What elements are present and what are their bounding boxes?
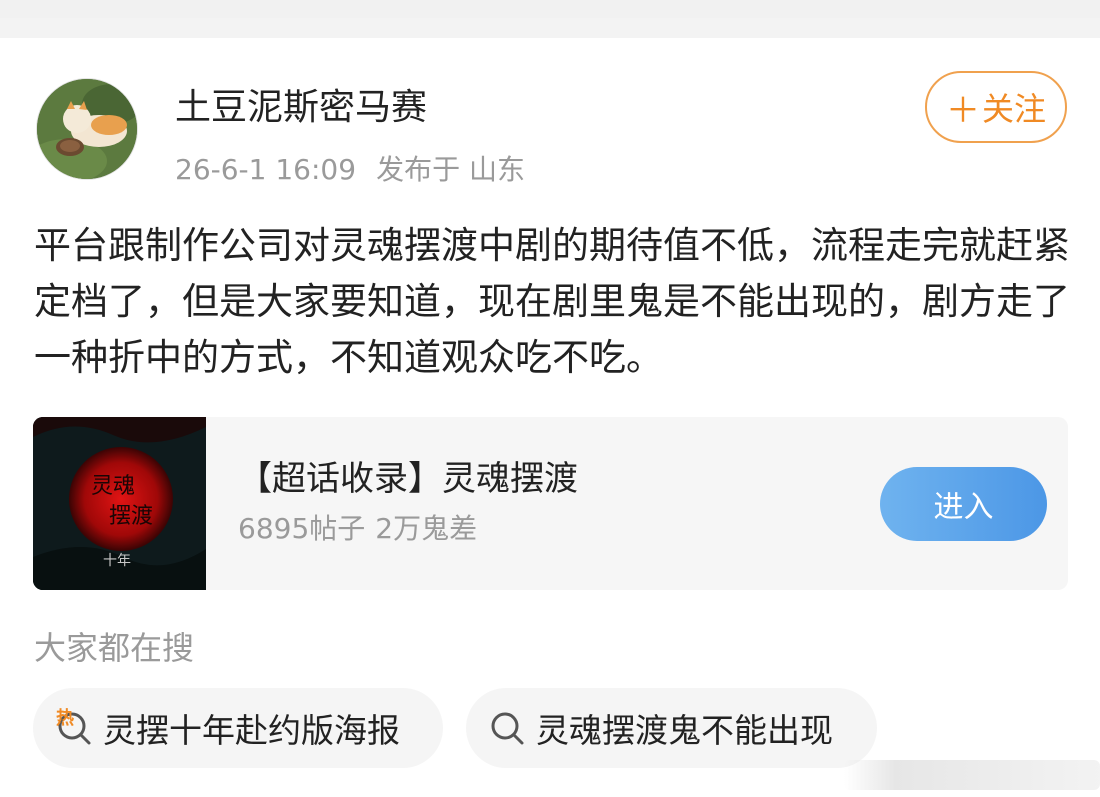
- super-topic-card[interactable]: 灵魂 摆渡 十年 【超话收录】灵魂摆渡 6895帖子 2万鬼差 进入: [33, 417, 1068, 590]
- topic-stats: 6895帖子 2万鬼差: [238, 509, 487, 549]
- follow-label: 关注: [981, 90, 1046, 128]
- watermark: [844, 760, 1100, 790]
- poster-subtitle: 十年: [103, 553, 131, 569]
- poster-title-top: 灵魂: [91, 474, 135, 499]
- hot-badge-icon: 热: [56, 708, 74, 729]
- avatar[interactable]: [36, 78, 138, 180]
- top-divider-strip: [0, 0, 1100, 38]
- plus-icon: ＋: [945, 90, 980, 131]
- search-icon: [491, 712, 524, 745]
- trending-label: 大家都在搜: [34, 629, 195, 667]
- topic-member-count: 2万鬼差: [375, 512, 478, 545]
- post-location: 发布于 山东: [376, 153, 525, 186]
- cat-avatar-image: [37, 79, 137, 179]
- post-meta: 26-6-1 16:09 发布于 山东: [175, 150, 545, 190]
- trending-search-text: 灵魂摆渡鬼不能出现: [536, 711, 833, 750]
- username[interactable]: 土豆泥斯密马赛: [175, 84, 427, 132]
- post-date: 26-6-1 16:09: [175, 153, 357, 186]
- topic-post-count: 6895帖子: [238, 512, 366, 545]
- post-body-text: 平台跟制作公司对灵魂摆渡中剧的期待值不低，流程走完就赶紧定档了，但是大家要知道，…: [34, 224, 1070, 379]
- follow-button[interactable]: ＋关注: [925, 71, 1067, 143]
- enter-topic-button[interactable]: 进入: [880, 467, 1047, 541]
- trending-search-text: 灵摆十年赴约版海报: [103, 711, 400, 750]
- poster-artwork: 灵魂 摆渡 十年: [33, 417, 206, 590]
- trending-search-chip[interactable]: 灵摆十年赴约版海报: [33, 688, 443, 768]
- poster-title-bottom: 摆渡: [109, 504, 153, 529]
- trending-search-chip[interactable]: 灵魂摆渡鬼不能出现: [466, 688, 877, 768]
- topic-poster-image: 灵魂 摆渡 十年: [33, 417, 206, 590]
- topic-title: 【超话收录】灵魂摆渡: [238, 459, 578, 499]
